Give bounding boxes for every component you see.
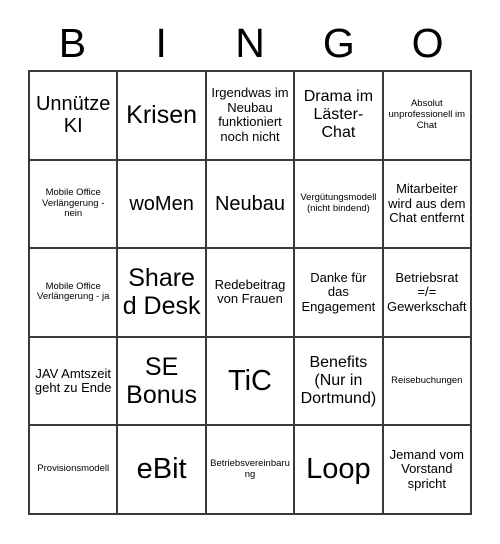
bingo-cell-r5c3[interactable]: Betriebsvereinbarung <box>206 426 296 515</box>
bingo-cell-label: Shared Desk <box>122 264 201 321</box>
bingo-cell-label: Irgendwas im Neubau funktioniert noch ni… <box>211 85 289 144</box>
bingo-cell-r5c5[interactable]: Jemand vom Vorstand spricht <box>383 426 472 515</box>
bingo-cell-r4c1[interactable]: JAV Amtszeit geht zu Ende <box>30 337 119 427</box>
bingo-cell-r1c2[interactable]: Krisen <box>118 72 207 161</box>
bingo-cell-r5c1[interactable]: Provisionsmodell <box>30 426 119 515</box>
bingo-cell-label: Danke für das Engagement <box>301 269 376 314</box>
bingo-cell-r3c2[interactable]: Shared Desk <box>118 249 207 338</box>
bingo-header: B I N G O <box>28 18 472 68</box>
bingo-cell-label: Loop <box>306 453 371 486</box>
bingo-cell-r5c4[interactable]: Loop <box>295 426 384 515</box>
bingo-cell-label: Mobile Office Verlängerung - nein <box>42 186 105 220</box>
bingo-cell-r2c2[interactable]: woMen <box>118 160 207 250</box>
bingo-cell-r3c3[interactable]: Redebeitrag von Frauen <box>206 249 296 338</box>
bingo-cell-label: SE Bonus <box>126 353 198 410</box>
bingo-cell-label: Vergütungsmodell (nicht bindend) <box>300 192 377 214</box>
bingo-cell-label: Unnütze KI <box>35 92 111 138</box>
bingo-cell-r3c4[interactable]: Danke für das Engagement <box>295 249 384 338</box>
bingo-cell-label: eBit <box>136 453 187 486</box>
bingo-cell-r2c3[interactable]: Neubau <box>206 160 296 250</box>
bingo-cell-label: Neubau <box>214 192 286 215</box>
bingo-cell-r3c5[interactable]: Betriebsrat =/= Gewerkschaft <box>383 249 472 338</box>
bingo-cell-label: Redebeitrag von Frauen <box>214 276 286 307</box>
bingo-cell-r4c3[interactable]: TiC <box>206 337 296 427</box>
bingo-grid: Unnütze KI Krisen Irgendwas im Neubau funk… <box>28 70 472 515</box>
bingo-cell-r4c5[interactable]: Reisebuchungen <box>383 337 472 427</box>
bingo-header-letter-g: G <box>322 19 355 66</box>
bingo-cell-label: Benefits (Nur in Dortmund) <box>300 354 377 408</box>
bingo-cell-label: Betriebsrat =/= Gewerkschaft <box>387 269 467 314</box>
bingo-cell-r1c5[interactable]: Absolut unprofessionell im Chat <box>383 72 472 161</box>
bingo-header-letter-b: B <box>58 19 87 66</box>
bingo-cell-r1c3[interactable]: Irgendwas im Neubau funktioniert noch ni… <box>206 72 296 161</box>
bingo-cell-r5c2[interactable]: eBit <box>118 426 207 515</box>
bingo-cell-label: Drama im Läster-Chat <box>303 88 374 142</box>
bingo-card: B I N G O Unnütze KI Krisen Irgendwas im N… <box>0 0 500 544</box>
bingo-cell-r4c4[interactable]: Benefits (Nur in Dortmund) <box>295 337 384 427</box>
bingo-cell-r1c4[interactable]: Drama im Läster-Chat <box>295 72 384 161</box>
bingo-cell-r4c2[interactable]: SE Bonus <box>118 337 207 427</box>
bingo-cell-r2c5[interactable]: Mitarbeiter wird aus dem Chat entfernt <box>383 160 472 250</box>
bingo-cell-r2c4[interactable]: Vergütungsmodell (nicht bindend) <box>295 160 384 250</box>
bingo-cell-label: Betriebsvereinbarung <box>210 458 290 480</box>
bingo-cell-label: Provisionsmodell <box>37 463 110 475</box>
bingo-cell-label: TiC <box>227 364 272 397</box>
bingo-cell-label: JAV Amtszeit geht zu Ende <box>34 365 112 396</box>
bingo-cell-label: Krisen <box>126 101 198 130</box>
bingo-cell-r1c1[interactable]: Unnütze KI <box>30 72 119 161</box>
bingo-cell-r3c1[interactable]: Mobile Office Verlängerung - ja <box>30 249 119 338</box>
bingo-header-letter-n: N <box>235 19 265 66</box>
bingo-header-letter-i: I <box>155 19 167 66</box>
bingo-cell-label: Absolut unprofessionell im Chat <box>388 98 466 131</box>
bingo-cell-label: Reisebuchungen <box>391 374 463 386</box>
bingo-header-letter-o: O <box>411 19 444 66</box>
bingo-cell-label: Mobile Office Verlängerung - ja <box>37 280 110 303</box>
bingo-cell-r2c1[interactable]: Mobile Office Verlängerung - nein <box>30 160 119 250</box>
bingo-cell-label: Mitarbeiter wird aus dem Chat entfernt <box>388 181 466 226</box>
bingo-cell-label: woMen <box>129 192 194 215</box>
bingo-cell-label: Jemand vom Vorstand spricht <box>389 446 464 491</box>
